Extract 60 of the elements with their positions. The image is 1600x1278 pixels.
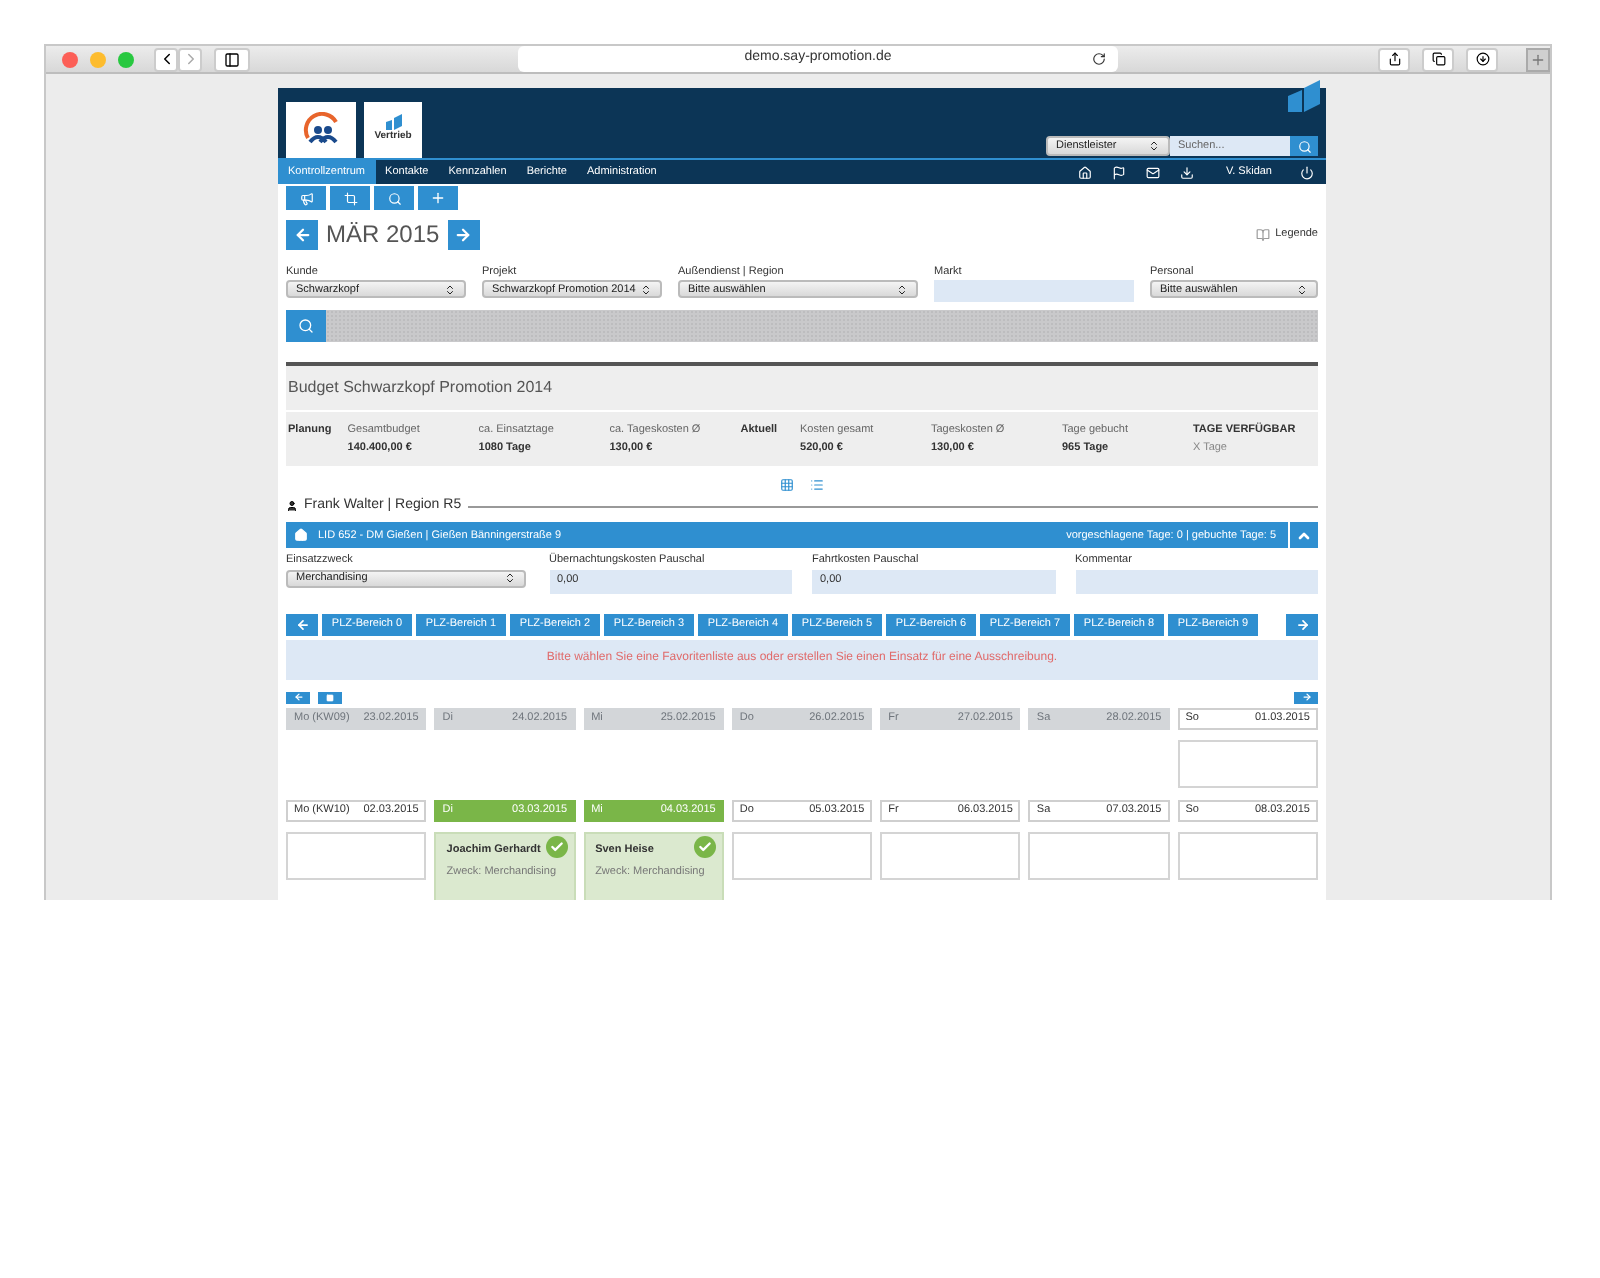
previous-week-button[interactable]	[286, 691, 310, 703]
download-icon	[1475, 52, 1489, 66]
tabs-button[interactable]	[1422, 47, 1454, 71]
home-icon	[294, 528, 308, 543]
budget-title: Budget Schwarzkopf Promotion 2014	[286, 366, 1318, 413]
grid-view-icon[interactable]	[780, 477, 794, 492]
today-button[interactable]	[318, 691, 342, 703]
search-button[interactable]	[286, 310, 326, 343]
logo-icon	[1286, 78, 1322, 114]
reload-icon[interactable]	[1092, 52, 1106, 66]
up-caret-icon	[1296, 527, 1312, 544]
add-button[interactable]	[418, 186, 458, 210]
stripes-icon	[383, 114, 403, 131]
search-icon	[387, 191, 401, 205]
people-logo-icon	[301, 112, 341, 148]
left-arrow-icon	[295, 617, 309, 631]
new-tab-button[interactable]	[1526, 48, 1550, 72]
share-icon	[1387, 52, 1401, 66]
tabs-icon	[1431, 52, 1445, 66]
sidebar-button[interactable]	[214, 47, 250, 71]
check-icon	[693, 835, 716, 857]
crop-button[interactable]	[330, 186, 370, 210]
plus-icon	[1530, 52, 1546, 68]
plus-icon	[430, 190, 446, 206]
mail-icon[interactable]	[1145, 165, 1160, 179]
search-button[interactable]	[374, 186, 414, 210]
megaphone-button[interactable]	[286, 186, 326, 210]
back-button[interactable]	[154, 47, 178, 71]
megaphone-icon	[299, 191, 313, 205]
search-icon	[298, 318, 314, 335]
right-arrow-icon	[1295, 617, 1309, 631]
month-title: MÄR 2015	[326, 218, 440, 252]
input-field[interactable]	[934, 280, 1134, 303]
search-icon	[1297, 139, 1311, 153]
maximize-window-icon[interactable]	[118, 51, 134, 67]
flag-icon[interactable]	[1111, 165, 1126, 179]
next-week-button[interactable]	[1294, 691, 1318, 703]
left-arrow-icon	[293, 692, 303, 702]
book-icon	[1255, 227, 1270, 241]
previous-month-button[interactable]	[286, 219, 318, 249]
crop-icon	[343, 191, 357, 205]
square-icon	[326, 693, 334, 701]
list-view-icon[interactable]	[810, 477, 824, 492]
right-arrow-icon	[1301, 692, 1311, 702]
sidebar-icon	[224, 51, 240, 67]
input-field[interactable]	[1075, 569, 1318, 593]
check-icon	[545, 835, 568, 857]
next-area-button[interactable]	[1286, 613, 1318, 635]
share-button[interactable]	[1378, 47, 1410, 71]
person-icon	[286, 500, 298, 512]
previous-area-button[interactable]	[286, 613, 318, 635]
home-icon[interactable]	[1077, 165, 1092, 179]
right-arrow-icon	[454, 225, 473, 243]
downloads-button[interactable]	[1466, 47, 1498, 71]
next-month-button[interactable]	[447, 219, 480, 249]
search-button[interactable]	[1290, 136, 1318, 156]
close-window-icon[interactable]	[62, 51, 78, 67]
power-icon[interactable]	[1300, 165, 1314, 179]
download-icon[interactable]	[1179, 165, 1194, 179]
left-arrow-icon	[293, 225, 311, 243]
